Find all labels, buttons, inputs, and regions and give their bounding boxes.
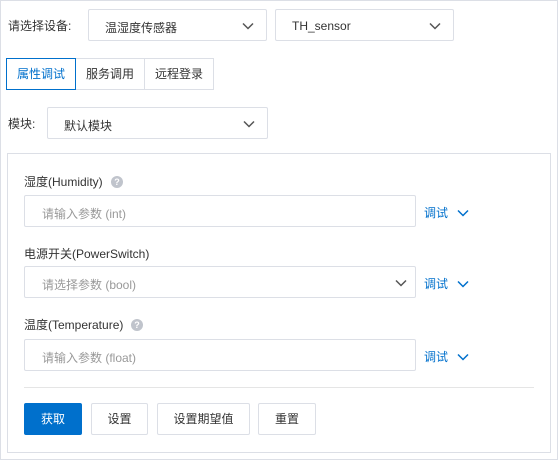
humidity-debug-label: 调试 xyxy=(424,206,449,220)
temperature-label: 温度(Temperature) ? xyxy=(24,316,144,333)
set-expected-value-button[interactable]: 设置期望值 xyxy=(157,403,250,435)
help-icon[interactable]: ? xyxy=(131,318,144,331)
chevron-down-icon xyxy=(241,116,257,132)
set-button[interactable]: 设置 xyxy=(91,403,148,435)
power-switch-debug-label: 调试 xyxy=(424,277,449,291)
power-switch-debug-button[interactable]: 调试 xyxy=(424,275,470,292)
module-select[interactable]: 默认模块 xyxy=(47,107,268,139)
temperature-input-placeholder: 请输入参数 (float) xyxy=(42,351,137,365)
chevron-down-icon xyxy=(456,277,470,291)
get-button[interactable]: 获取 xyxy=(24,403,82,435)
device-select-value: TH_sensor xyxy=(292,19,351,33)
power-switch-label: 电源开关(PowerSwitch) xyxy=(24,245,149,262)
chevron-down-icon xyxy=(240,18,256,34)
reset-button[interactable]: 重置 xyxy=(258,403,316,435)
temperature-debug-label: 调试 xyxy=(424,350,449,364)
chevron-down-icon xyxy=(456,206,470,220)
temperature-debug-button[interactable]: 调试 xyxy=(424,348,470,365)
tab-remote-login[interactable]: 远程登录 xyxy=(144,58,215,90)
divider xyxy=(24,387,534,388)
power-switch-select[interactable]: 请选择参数 (bool) xyxy=(24,266,416,298)
power-switch-label-text: 电源开关(PowerSwitch) xyxy=(24,247,150,261)
device-select-label: 请选择设备: xyxy=(8,19,72,33)
humidity-input[interactable]: 请输入参数 (int) xyxy=(24,195,416,227)
power-switch-select-placeholder: 请选择参数 (bool) xyxy=(42,278,137,292)
humidity-label-text: 湿度(Humidity) xyxy=(24,175,103,189)
chevron-down-icon xyxy=(393,275,409,291)
debug-tabs: 属性调试 服务调用 远程登录 xyxy=(6,58,215,90)
device-select[interactable]: TH_sensor xyxy=(275,9,454,41)
tab-service-invoke[interactable]: 服务调用 xyxy=(75,58,146,90)
svg-text:?: ? xyxy=(114,177,120,187)
humidity-debug-button[interactable]: 调试 xyxy=(424,204,470,221)
help-icon[interactable]: ? xyxy=(110,175,123,188)
property-panel: 湿度(Humidity) ? 请输入参数 (int) 调试 电源开关(Power… xyxy=(7,153,551,453)
chevron-down-icon xyxy=(427,18,443,34)
product-select[interactable]: 温湿度传感器 xyxy=(88,9,267,41)
product-select-value: 温湿度传感器 xyxy=(105,21,178,35)
module-label: 模块: xyxy=(8,117,36,131)
device-selector-row: 请选择设备: 温湿度传感器 TH_sensor xyxy=(1,9,557,41)
tab-property-debug[interactable]: 属性调试 xyxy=(6,58,77,90)
chevron-down-icon xyxy=(456,350,470,364)
humidity-input-placeholder: 请输入参数 (int) xyxy=(42,207,127,221)
humidity-label: 湿度(Humidity) ? xyxy=(24,173,123,190)
temperature-label-text: 温度(Temperature) xyxy=(24,318,124,332)
temperature-input[interactable]: 请输入参数 (float) xyxy=(24,339,416,371)
svg-text:?: ? xyxy=(135,320,141,330)
module-select-value: 默认模块 xyxy=(64,119,113,133)
device-debug-window: 请选择设备: 温湿度传感器 TH_sensor 属性调试 服务调用 远程登录 模… xyxy=(0,0,558,460)
